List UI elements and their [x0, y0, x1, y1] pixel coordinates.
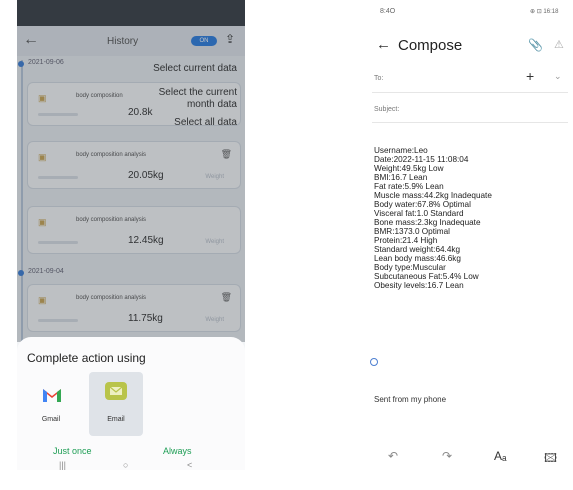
body-line: Weight:49.5kg Low	[374, 164, 444, 173]
compose-title: Compose	[398, 37, 463, 54]
undo-icon[interactable]: ↶	[388, 449, 398, 463]
send-icon[interactable]: ⚠	[554, 38, 564, 51]
body-line: Lean body mass:46.6kg	[374, 254, 461, 263]
gmail-icon	[43, 389, 61, 402]
home-icon[interactable]: ○	[123, 460, 128, 470]
always-button[interactable]: Always	[163, 446, 192, 456]
sheet-title: Complete action using	[27, 351, 146, 365]
body-line: Muscle mass:44.2kg Inadequate	[374, 191, 492, 200]
subject-field[interactable]: Subject:	[374, 106, 399, 113]
image-icon[interactable]: 🖾	[544, 449, 557, 470]
divider	[372, 122, 568, 123]
email-option[interactable]: Email	[89, 372, 143, 436]
add-recipient-icon[interactable]: +	[526, 68, 534, 84]
email-label: Email	[107, 416, 125, 423]
to-label[interactable]: To:	[374, 75, 383, 82]
text-format-icon[interactable]: Aₐ	[494, 449, 506, 463]
body-line: Username:Leo	[374, 146, 428, 155]
body-line: Fat rate:5.9% Lean	[374, 182, 444, 191]
email-icon	[105, 382, 127, 400]
body-line: BMR:1373.0 Optimal	[374, 227, 450, 236]
body-line: Protein:21.4 High	[374, 236, 438, 245]
gmail-label: Gmail	[41, 416, 61, 423]
gmail-option[interactable]: Gmail	[27, 376, 75, 434]
status-right: ⊕ ⊡ 16:18	[530, 9, 559, 15]
body-line: Obesity levels:16.7 Lean	[374, 281, 464, 290]
body-line: Standard weight:64.4kg	[374, 245, 461, 254]
attachment-icon[interactable]: 📎	[528, 38, 543, 52]
body-line: Date:2022-11-15 11:08:04	[374, 155, 469, 164]
body-line: Subcutaneous Fat:5.4% Low	[374, 272, 479, 281]
just-once-button[interactable]: Just once	[53, 446, 92, 456]
signature: Sent from my phone	[374, 395, 447, 404]
back-nav-icon[interactable]: <	[187, 460, 192, 470]
format-toolbar: ↶ ↷ Aₐ 🖾	[358, 442, 573, 470]
dim-overlay	[17, 0, 245, 342]
body-line: Body type:Muscular	[374, 263, 446, 272]
divider	[372, 92, 568, 93]
chevron-down-icon[interactable]: ⌄	[554, 71, 562, 82]
body-line: Body water:67.8% Optimal	[374, 200, 471, 209]
body-line: Visceral fat:1.0 Standard	[374, 209, 464, 218]
body-line: Bone mass:2.3kg Inadequate	[374, 218, 481, 227]
email-body[interactable]: Username:Leo Date:2022-11-15 11:08:04 We…	[374, 146, 569, 290]
right-phone-screen: 8:4O ⊕ ⊡ 16:18 ← Compose 📎 ⚠ To: + ⌄ Sub…	[358, 0, 573, 470]
nav-bar: ||| ○ <	[17, 460, 245, 470]
back-arrow-icon[interactable]: ←	[376, 36, 391, 53]
recent-apps-icon[interactable]: |||	[59, 460, 66, 470]
status-left: 8:4O	[380, 8, 396, 15]
text-cursor-handle[interactable]	[370, 358, 378, 366]
left-phone-screen: ← History ON ⇪ 2021-09-06 ▣ body composi…	[17, 0, 245, 470]
redo-icon[interactable]: ↷	[442, 449, 452, 463]
body-line: BMI:16.7 Lean	[374, 173, 428, 182]
